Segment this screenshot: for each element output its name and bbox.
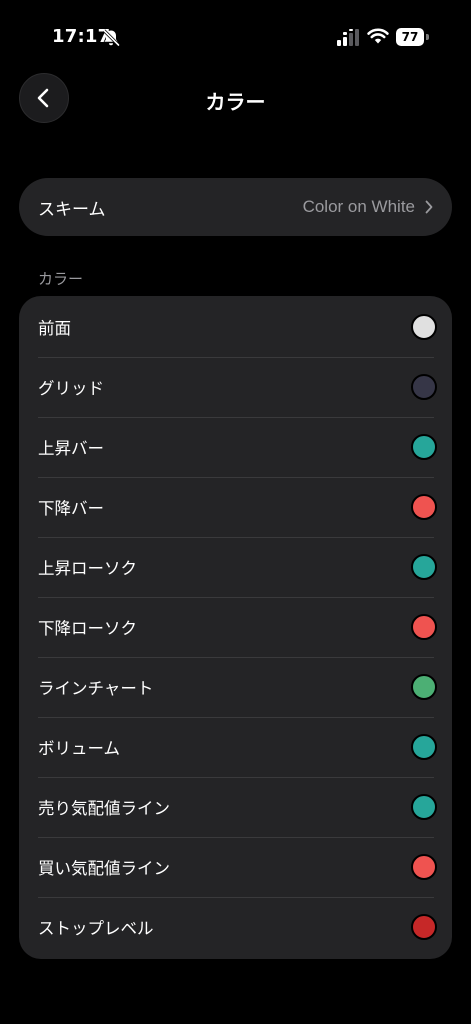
color-label: 下降バー	[38, 499, 104, 518]
chevron-right-icon	[424, 199, 434, 215]
battery-icon: 77	[396, 28, 430, 46]
battery-level: 77	[396, 28, 424, 46]
color-row-volume[interactable]: ボリューム	[19, 717, 452, 777]
colors-section-header: カラー	[38, 270, 84, 288]
color-swatch[interactable]	[411, 674, 437, 700]
color-row-bid-line[interactable]: 売り気配値ライン	[19, 777, 452, 837]
scheme-row[interactable]: スキーム Color on White	[19, 178, 452, 236]
scheme-label: スキーム	[38, 199, 106, 220]
color-swatch[interactable]	[411, 314, 437, 340]
color-label: グリッド	[38, 379, 104, 398]
scheme-value-group: Color on White	[303, 197, 434, 217]
color-label: 売り気配値ライン	[38, 799, 170, 818]
color-row-bull-bar[interactable]: 上昇バー	[19, 417, 452, 477]
color-row-grid[interactable]: グリッド	[19, 357, 452, 417]
color-row-bear-bar[interactable]: 下降バー	[19, 477, 452, 537]
color-label: 前面	[38, 319, 71, 338]
scheme-value: Color on White	[302, 197, 415, 216]
color-swatch[interactable]	[411, 554, 437, 580]
color-swatch[interactable]	[411, 794, 437, 820]
color-row-line-chart[interactable]: ラインチャート	[19, 657, 452, 717]
battery-tip	[426, 34, 429, 40]
color-swatch[interactable]	[411, 914, 437, 940]
color-label: ラインチャート	[38, 679, 154, 698]
color-label: ストップレベル	[38, 919, 154, 938]
color-swatch[interactable]	[411, 434, 437, 460]
color-row-bear-candle[interactable]: 下降ローソク	[19, 597, 452, 657]
color-swatch[interactable]	[411, 494, 437, 520]
color-label: 上昇ローソク	[38, 559, 137, 578]
page-title: カラー	[205, 90, 266, 114]
wifi-icon	[367, 27, 389, 45]
color-row-bull-candle[interactable]: 上昇ローソク	[19, 537, 452, 597]
color-swatch[interactable]	[411, 854, 437, 880]
color-swatch[interactable]	[411, 614, 437, 640]
color-swatch[interactable]	[411, 374, 437, 400]
color-row-ask-line[interactable]: 買い気配値ライン	[19, 837, 452, 897]
color-row-foreground[interactable]: 前面	[19, 297, 452, 357]
color-list: 前面 グリッド 上昇バー 下降バー 上昇ローソク 下降ローソク ラインチャート …	[19, 296, 452, 959]
status-bar: 17:17 77	[0, 0, 471, 60]
color-label: ボリューム	[38, 739, 121, 758]
cellular-signal-icon	[337, 29, 361, 47]
color-swatch[interactable]	[411, 734, 437, 760]
color-row-stop-level[interactable]: ストップレベル	[19, 897, 452, 957]
color-label: 上昇バー	[38, 439, 104, 458]
bell-off-icon	[101, 28, 121, 48]
color-label: 買い気配値ライン	[38, 859, 170, 878]
color-label: 下降ローソク	[38, 619, 137, 638]
